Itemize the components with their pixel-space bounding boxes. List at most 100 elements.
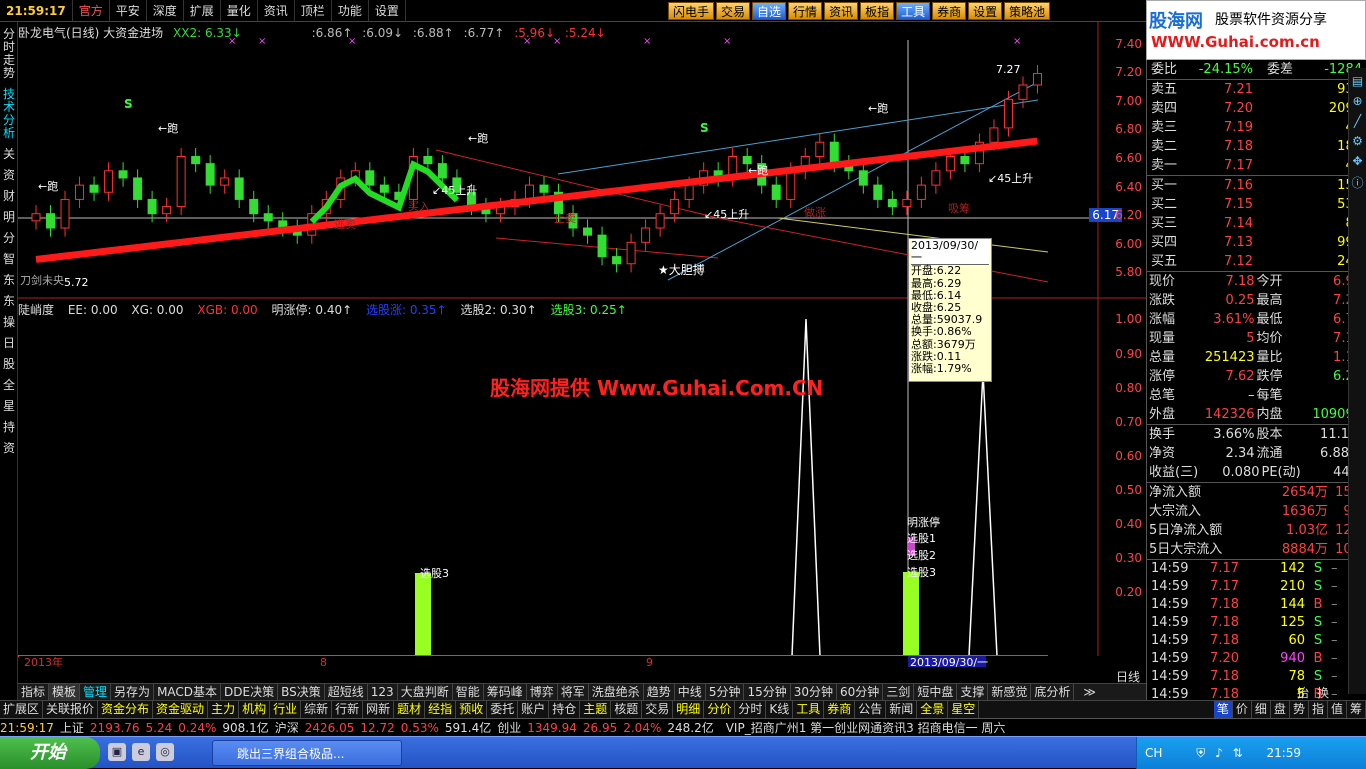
tab-web-news[interactable]: 网新 xyxy=(363,701,395,718)
tab-left-10[interactable]: 操 xyxy=(0,314,18,331)
tab-left-3[interactable]: 资 xyxy=(0,167,18,184)
tab-left-16[interactable]: 资 xyxy=(0,440,18,457)
tab-30min[interactable]: 30分钟 xyxy=(791,684,838,701)
menu-item-news[interactable]: 资讯 xyxy=(258,0,295,22)
tab-macd[interactable]: MACD基本 xyxy=(154,684,222,701)
tab-wash[interactable]: 洗盘绝杀 xyxy=(589,684,644,701)
tab-shortline[interactable]: 超短线 xyxy=(325,684,368,701)
browser-icon[interactable]: e xyxy=(132,743,150,761)
tab-60min[interactable]: 60分钟 xyxy=(837,684,884,701)
ask-row[interactable]: 卖一 7.1740 xyxy=(1147,156,1366,175)
tab-fund-dist[interactable]: 资金分布 xyxy=(98,701,154,718)
tab-indicator[interactable]: 指标 xyxy=(18,684,50,701)
ime-indicator[interactable]: CH xyxy=(1145,746,1162,760)
broker-button[interactable]: 券商 xyxy=(932,2,967,20)
rtab-chou[interactable]: 筹 xyxy=(1347,701,1366,718)
rtab-shi[interactable]: 势 xyxy=(1290,701,1309,718)
tab-left-8[interactable]: 东 xyxy=(0,272,18,289)
bid-row[interactable]: 买五 7.12245 xyxy=(1147,252,1366,271)
rtab-bi[interactable]: 笔 xyxy=(1213,701,1233,718)
bid-row[interactable]: 买四 7.13991 xyxy=(1147,233,1366,252)
tab-ind-news[interactable]: 行新 xyxy=(332,701,364,718)
tab-timeshare[interactable]: 分时走势 xyxy=(0,26,18,82)
tab-left-15[interactable]: 持 xyxy=(0,419,18,436)
settings-icon[interactable]: ⚙ xyxy=(1349,134,1366,148)
zoom-icon[interactable]: ⊕ xyxy=(1349,94,1366,108)
tab-notice[interactable]: 公告 xyxy=(855,701,887,718)
rtab-xi[interactable]: 细 xyxy=(1252,701,1271,718)
desktop-icon[interactable]: ▣ xyxy=(108,743,126,761)
move-icon[interactable]: ✥ xyxy=(1349,154,1366,168)
tab-panorama[interactable]: 全景 xyxy=(917,701,949,718)
right-icon-toolbar[interactable]: ▤ ⊕ ╱ ⚙ ✥ ⓘ xyxy=(1348,68,1366,694)
panel-tab-tai[interactable]: 抬 xyxy=(1297,684,1309,701)
tab-support[interactable]: 支撑 xyxy=(957,684,989,701)
tab-technical[interactable]: 技术分析 xyxy=(0,86,18,142)
tab-5min[interactable]: 5分钟 xyxy=(706,684,745,701)
tab-left-4[interactable]: 财 xyxy=(0,188,18,205)
tab-left-7[interactable]: 智 xyxy=(0,251,18,268)
tab-15min[interactable]: 15分钟 xyxy=(744,684,791,701)
network-icon[interactable]: ⇅ xyxy=(1233,746,1243,760)
tab-left-2[interactable]: 关 xyxy=(0,146,18,163)
tab-core-theme[interactable]: 核题 xyxy=(611,701,643,718)
tab-broker[interactable]: 券商 xyxy=(824,701,856,718)
tab-ext-area[interactable]: 扩展区 xyxy=(0,701,44,718)
tab-left-12[interactable]: 股 xyxy=(0,356,18,373)
panel-tab-huan[interactable]: 换 xyxy=(1317,684,1329,701)
double-chevron-right-icon[interactable]: ≫ xyxy=(1080,684,1099,701)
tab-order[interactable]: 委托 xyxy=(487,701,519,718)
settings-button[interactable]: 设置 xyxy=(968,2,1003,20)
tab-comp-news[interactable]: 综新 xyxy=(301,701,333,718)
tab-industry[interactable]: 行业 xyxy=(270,701,302,718)
tab-account[interactable]: 账户 xyxy=(518,701,550,718)
tab-dde[interactable]: DDE决策 xyxy=(221,684,279,701)
ask-row[interactable]: 卖三 7.1944 xyxy=(1147,118,1366,137)
kline-chart-area[interactable]: × × × × × × × × ←跑 ←跑 ←跑 ←跑 ←跑 S S ↙45上升… xyxy=(18,22,1146,684)
taskbar-window-button[interactable]: 跳出三界组合极品... xyxy=(212,740,402,766)
tab-related[interactable]: 关联报价 xyxy=(43,701,99,718)
rtab-zhi[interactable]: 指 xyxy=(1309,701,1328,718)
tab-market[interactable]: 大盘判断 xyxy=(398,684,453,701)
tab-midline[interactable]: 中线 xyxy=(675,684,706,701)
rtab-pan[interactable]: 盘 xyxy=(1271,701,1290,718)
tab-forecast[interactable]: 预收 xyxy=(456,701,488,718)
tab-manage[interactable]: 管理 xyxy=(80,684,112,701)
line-icon[interactable]: ╱ xyxy=(1349,114,1366,128)
volume-icon[interactable]: ♪ xyxy=(1215,746,1223,760)
bid-row[interactable]: 买一 7.16158 xyxy=(1147,176,1366,195)
bid-row[interactable]: 买三 7.1485 xyxy=(1147,214,1366,233)
menu-item-pingan[interactable]: 平安 xyxy=(110,0,147,22)
rtab-zhi2[interactable]: 值 xyxy=(1328,701,1347,718)
tab-fund-drive[interactable]: 资金驱动 xyxy=(153,701,209,718)
menu-item-topbar[interactable]: 顶栏 xyxy=(295,0,332,22)
chart-tool-icon[interactable]: ▤ xyxy=(1349,74,1366,88)
tab-chip[interactable]: 筹码峰 xyxy=(484,684,527,701)
tab-left-5[interactable]: 明 xyxy=(0,209,18,226)
menu-item-quant[interactable]: 量化 xyxy=(221,0,258,22)
tab-detail[interactable]: 明细 xyxy=(673,701,705,718)
rtab-jia[interactable]: 价 xyxy=(1233,701,1252,718)
tab-new-feel[interactable]: 新感觉 xyxy=(988,684,1032,701)
tools-button[interactable]: 工具 xyxy=(896,2,931,20)
tab-trend[interactable]: 趋势 xyxy=(644,684,675,701)
index-button[interactable]: 板指 xyxy=(860,2,895,20)
menu-item-official[interactable]: 官方 xyxy=(73,0,110,22)
tab-econ-index[interactable]: 经指 xyxy=(425,701,457,718)
tab-starsky[interactable]: 星空 xyxy=(948,701,980,718)
menu-item-extend[interactable]: 扩展 xyxy=(184,0,221,22)
ask-row[interactable]: 卖二 7.18186 xyxy=(1147,137,1366,156)
tab-theme[interactable]: 主题 xyxy=(580,701,612,718)
start-button[interactable]: 开始 xyxy=(0,737,100,769)
shield-icon[interactable]: ⛨ xyxy=(1196,746,1205,760)
watchlist-button[interactable]: 自选 xyxy=(752,2,787,20)
tab-short-mid[interactable]: 短中盘 xyxy=(914,684,958,701)
tick-list[interactable]: 14:59 7.17 142 S – 14:59 7.17 210 S – 14:59 7.18 1… xyxy=(1147,560,1366,704)
tab-main[interactable]: 主力 xyxy=(208,701,240,718)
news-button[interactable]: 资讯 xyxy=(824,2,859,20)
tab-tools[interactable]: 工具 xyxy=(793,701,825,718)
tab-smart[interactable]: 智能 xyxy=(453,684,484,701)
ask-row[interactable]: 卖五 7.21939 xyxy=(1147,80,1366,99)
menu-item-depth[interactable]: 深度 xyxy=(147,0,184,22)
tab-timeshare-b[interactable]: 分时 xyxy=(735,701,767,718)
